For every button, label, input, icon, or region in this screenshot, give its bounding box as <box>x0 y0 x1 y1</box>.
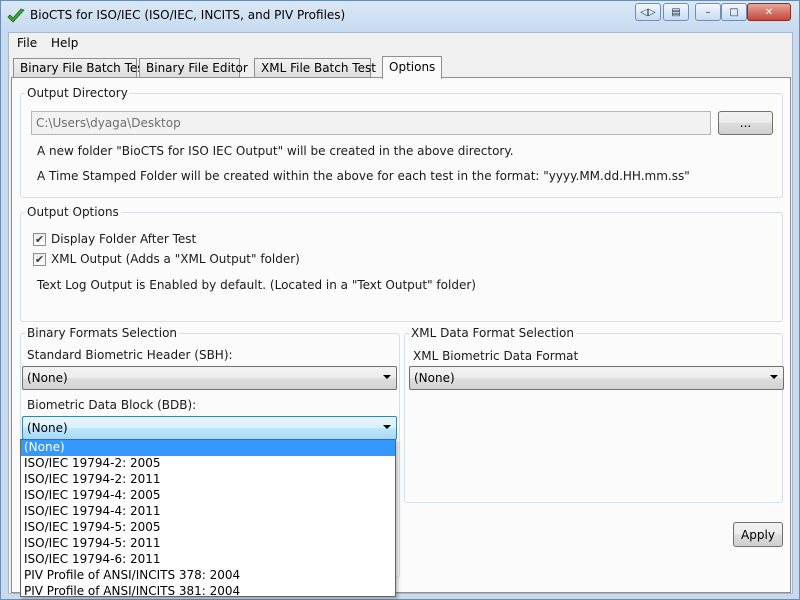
tab-xml-file-batch-test[interactable]: XML File Batch Test <box>254 58 376 78</box>
menu-file[interactable]: File <box>11 35 43 51</box>
dropdown-option[interactable]: ISO/IEC 19794-2: 2011 <box>21 472 395 488</box>
apply-button[interactable]: Apply <box>733 522 783 547</box>
bdb-dropdown-list: (None) ISO/IEC 19794-2: 2005 ISO/IEC 197… <box>20 439 396 597</box>
display-folder-label: Display Folder After Test <box>51 232 197 246</box>
dropdown-option[interactable]: ISO/IEC 19794-5: 2011 <box>21 536 395 552</box>
display-folder-checkbox[interactable]: ✔ <box>33 233 46 246</box>
output-options-group: Output Options ✔ Display Folder After Te… <box>20 205 783 322</box>
dropdown-option[interactable]: PIV Profile of ANSI/INCITS 381: 2004 <box>21 584 395 596</box>
bdb-label: Biometric Data Block (BDB): <box>27 398 197 412</box>
timestamp-folder-note: A Time Stamped Folder will be created wi… <box>37 169 690 183</box>
dropdown-option[interactable]: ISO/IEC 19794-4: 2011 <box>21 504 395 520</box>
xml-formats-label: XML Data Format Selection <box>409 326 576 340</box>
sbh-selected-value: (None) <box>27 371 68 385</box>
checkmark-app-icon <box>7 8 25 23</box>
close-icon[interactable]: ✕ <box>747 3 791 21</box>
xml-format-label: XML Biometric Data Format <box>413 349 579 363</box>
output-options-label: Output Options <box>25 205 121 219</box>
dropdown-option[interactable]: ISO/IEC 19794-4: 2005 <box>21 488 395 504</box>
chevron-down-icon <box>770 375 778 379</box>
xml-formats-group: XML Data Format Selection XML Biometric … <box>404 326 784 503</box>
dropdown-option[interactable]: PIV Profile of ANSI/INCITS 378: 2004 <box>21 568 395 584</box>
menu-help[interactable]: Help <box>45 35 84 51</box>
dropdown-option[interactable]: ISO/IEC 19794-2: 2005 <box>21 456 395 472</box>
output-directory-group: Output Directory C:\Users\dyaga\Desktop … <box>20 86 783 198</box>
dropdown-option[interactable]: ISO/IEC 19794-6: 2011 <box>21 552 395 568</box>
tab-options[interactable]: Options <box>382 56 442 79</box>
dropdown-option[interactable]: (None) <box>21 440 395 456</box>
text-log-note: Text Log Output is Enabled by default. (… <box>37 278 476 292</box>
window-title: BioCTS for ISO/IEC (ISO/IEC, INCITS, and… <box>30 8 346 22</box>
browse-button[interactable]: ... <box>718 111 773 135</box>
chevron-down-icon <box>383 425 391 429</box>
tab-binary-file-editor[interactable]: Binary File Editor <box>139 58 248 78</box>
sbh-select[interactable]: (None) <box>22 366 397 390</box>
xml-format-select[interactable]: (None) <box>409 366 784 390</box>
pin-icon[interactable]: ▤ <box>663 3 689 21</box>
restore-icon[interactable]: ◁▷ <box>635 3 661 21</box>
title-bar[interactable]: BioCTS for ISO/IEC (ISO/IEC, INCITS, and… <box>1 1 799 31</box>
app-window: BioCTS for ISO/IEC (ISO/IEC, INCITS, and… <box>0 0 800 600</box>
minimize-icon[interactable]: – <box>695 3 721 21</box>
maximize-icon[interactable]: □ <box>721 3 747 21</box>
output-folder-note: A new folder "BioCTS for ISO IEC Output"… <box>37 144 514 158</box>
xml-output-label: XML Output (Adds a "XML Output" folder) <box>51 252 300 266</box>
sbh-label: Standard Biometric Header (SBH): <box>27 348 233 362</box>
tab-strip: Binary File Batch Test Binary File Edito… <box>11 56 791 79</box>
tab-binary-file-batch-test[interactable]: Binary File Batch Test <box>13 58 148 78</box>
chevron-down-icon <box>383 375 391 379</box>
output-directory-label: Output Directory <box>25 86 130 100</box>
xml-output-checkbox[interactable]: ✔ <box>33 253 46 266</box>
dropdown-option[interactable]: ISO/IEC 19794-5: 2005 <box>21 520 395 536</box>
bdb-selected-value: (None) <box>27 421 68 435</box>
menu-bar: File Help <box>9 33 792 53</box>
xml-format-selected-value: (None) <box>414 371 455 385</box>
output-directory-path[interactable]: C:\Users\dyaga\Desktop <box>31 111 711 135</box>
binary-formats-label: Binary Formats Selection <box>25 326 180 340</box>
bdb-select[interactable]: (None) <box>22 416 397 440</box>
